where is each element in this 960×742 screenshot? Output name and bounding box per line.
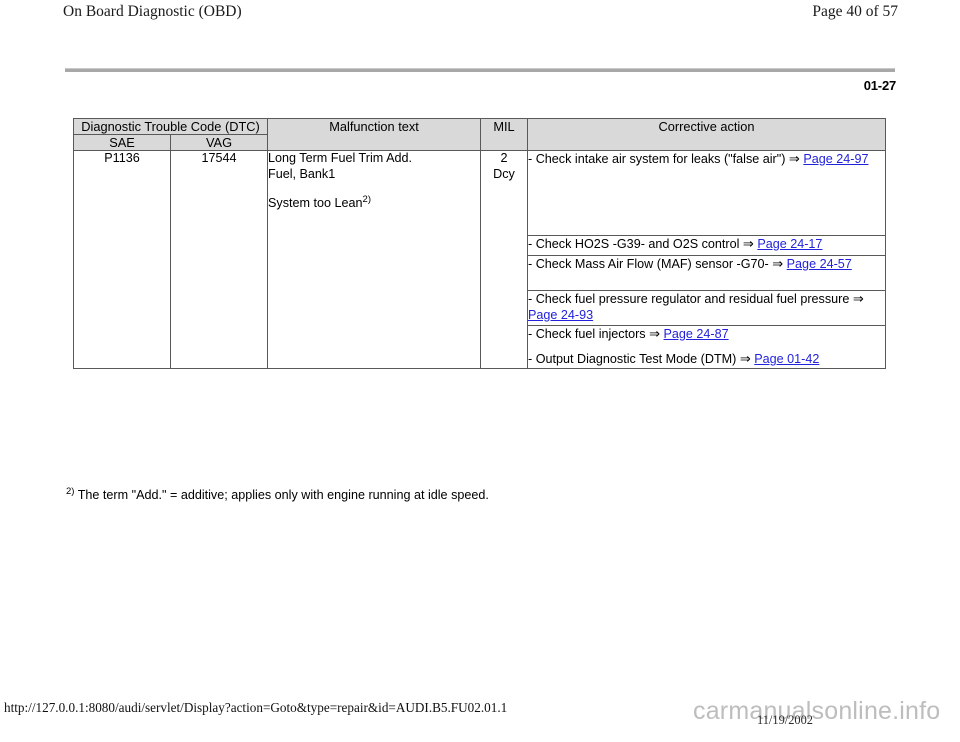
action-line: - Check fuel pressure regulator and resi… xyxy=(528,291,885,323)
action-line: - Check fuel injectors ⇒ Page 24-87 xyxy=(528,326,885,342)
arrow-icon: ⇒ xyxy=(739,351,751,366)
header-mil: MIL xyxy=(480,118,529,151)
action-text: - Check Mass Air Flow (MAF) sensor -G70- xyxy=(528,257,769,271)
table-row: P1136 17544 Long Term Fuel Trim Add. Fue… xyxy=(73,150,887,369)
section-divider-rule xyxy=(65,68,895,72)
cell-dtc-sae: P1136 xyxy=(73,150,171,369)
action-line: - Output Diagnostic Test Mode (DTM) ⇒ Pa… xyxy=(528,351,885,367)
page-reference-link[interactable]: Page 24-87 xyxy=(664,327,729,341)
footnote-text: The term "Add." = additive; applies only… xyxy=(77,488,489,502)
dtc-table: Diagnostic Trouble Code (DTC) Malfunctio… xyxy=(72,118,887,369)
footnote-marker-inline: 2) xyxy=(362,193,371,205)
footer-url[interactable]: http://127.0.0.1:8080/audi/servlet/Displ… xyxy=(4,700,507,716)
header-dtc-group: Diagnostic Trouble Code (DTC) xyxy=(72,118,269,135)
watermark: carmanualsonline.info xyxy=(693,697,941,725)
page-reference-link[interactable]: Page 01-42 xyxy=(754,352,819,366)
cell-malfunction-text: Long Term Fuel Trim Add. Fuel, Bank1 Sys… xyxy=(267,150,482,369)
cell-corrective-action-4: - Check fuel pressure regulator and resi… xyxy=(527,290,887,326)
malfunction-line-3: System too Lean xyxy=(268,196,363,210)
mil-value: 2 xyxy=(500,151,508,165)
cell-corrective-action-3: - Check Mass Air Flow (MAF) sensor -G70-… xyxy=(527,255,887,291)
section-code: 01-27 xyxy=(863,78,896,93)
footnote: 2) The term "Add." = additive; applies o… xyxy=(66,487,489,503)
action-text: - Check fuel injectors xyxy=(528,327,646,341)
action-line: - Check HO2S -G39- and O2S control ⇒ Pag… xyxy=(528,236,885,252)
page-reference-link[interactable]: Page 24-17 xyxy=(757,237,822,251)
mil-unit: Dcy xyxy=(493,166,515,181)
arrow-icon: ⇒ xyxy=(649,326,661,341)
page-reference-link[interactable]: Page 24-93 xyxy=(528,308,593,322)
action-text: - Check HO2S -G39- and O2S control xyxy=(528,237,740,251)
header-dtc-vag: VAG xyxy=(169,134,269,151)
arrow-icon: ⇒ xyxy=(852,291,864,306)
footer-date: 11/19/2002 xyxy=(757,713,813,727)
action-text: - Output Diagnostic Test Mode (DTM) xyxy=(528,352,737,366)
malfunction-line-2: Fuel, Bank1 xyxy=(268,166,336,181)
header-dtc-sae: SAE xyxy=(73,134,171,151)
action-text: - Check fuel pressure regulator and resi… xyxy=(528,292,850,306)
action-line: - Check intake air system for leaks ("fa… xyxy=(528,151,885,167)
arrow-icon: ⇒ xyxy=(772,256,784,271)
page-reference-link[interactable]: Page 24-97 xyxy=(803,152,868,166)
header-malfunction-text: Malfunction text xyxy=(267,118,482,151)
malfunction-spacer xyxy=(268,182,480,196)
cell-corrective-action-2: - Check HO2S -G39- and O2S control ⇒ Pag… xyxy=(527,235,887,256)
page-header: On Board Diagnostic (OBD) Page 40 of 57 xyxy=(0,0,960,26)
action-line: - Check Mass Air Flow (MAF) sensor -G70-… xyxy=(528,256,885,272)
arrow-icon: ⇒ xyxy=(742,236,754,251)
malfunction-line-1: Long Term Fuel Trim Add. xyxy=(268,151,412,165)
table-header-row-primary: Diagnostic Trouble Code (DTC) Malfunctio… xyxy=(72,118,887,151)
footnote-marker: 2) xyxy=(66,485,75,497)
arrow-icon: ⇒ xyxy=(788,151,800,166)
header-corrective-action: Corrective action xyxy=(527,118,887,151)
cell-corrective-action-5: - Check fuel injectors ⇒ Page 24-87 - Ou… xyxy=(527,325,887,369)
page-indicator: Page 40 of 57 xyxy=(812,3,898,20)
cell-mil: 2 Dcy xyxy=(480,150,529,369)
action-text: - Check intake air system for leaks ("fa… xyxy=(528,152,786,166)
page-reference-link[interactable]: Page 24-57 xyxy=(787,257,852,271)
document-title: On Board Diagnostic (OBD) xyxy=(63,3,242,20)
cell-corrective-action-1: - Check intake air system for leaks ("fa… xyxy=(527,150,887,236)
cell-dtc-vag: 17544 xyxy=(169,150,269,369)
